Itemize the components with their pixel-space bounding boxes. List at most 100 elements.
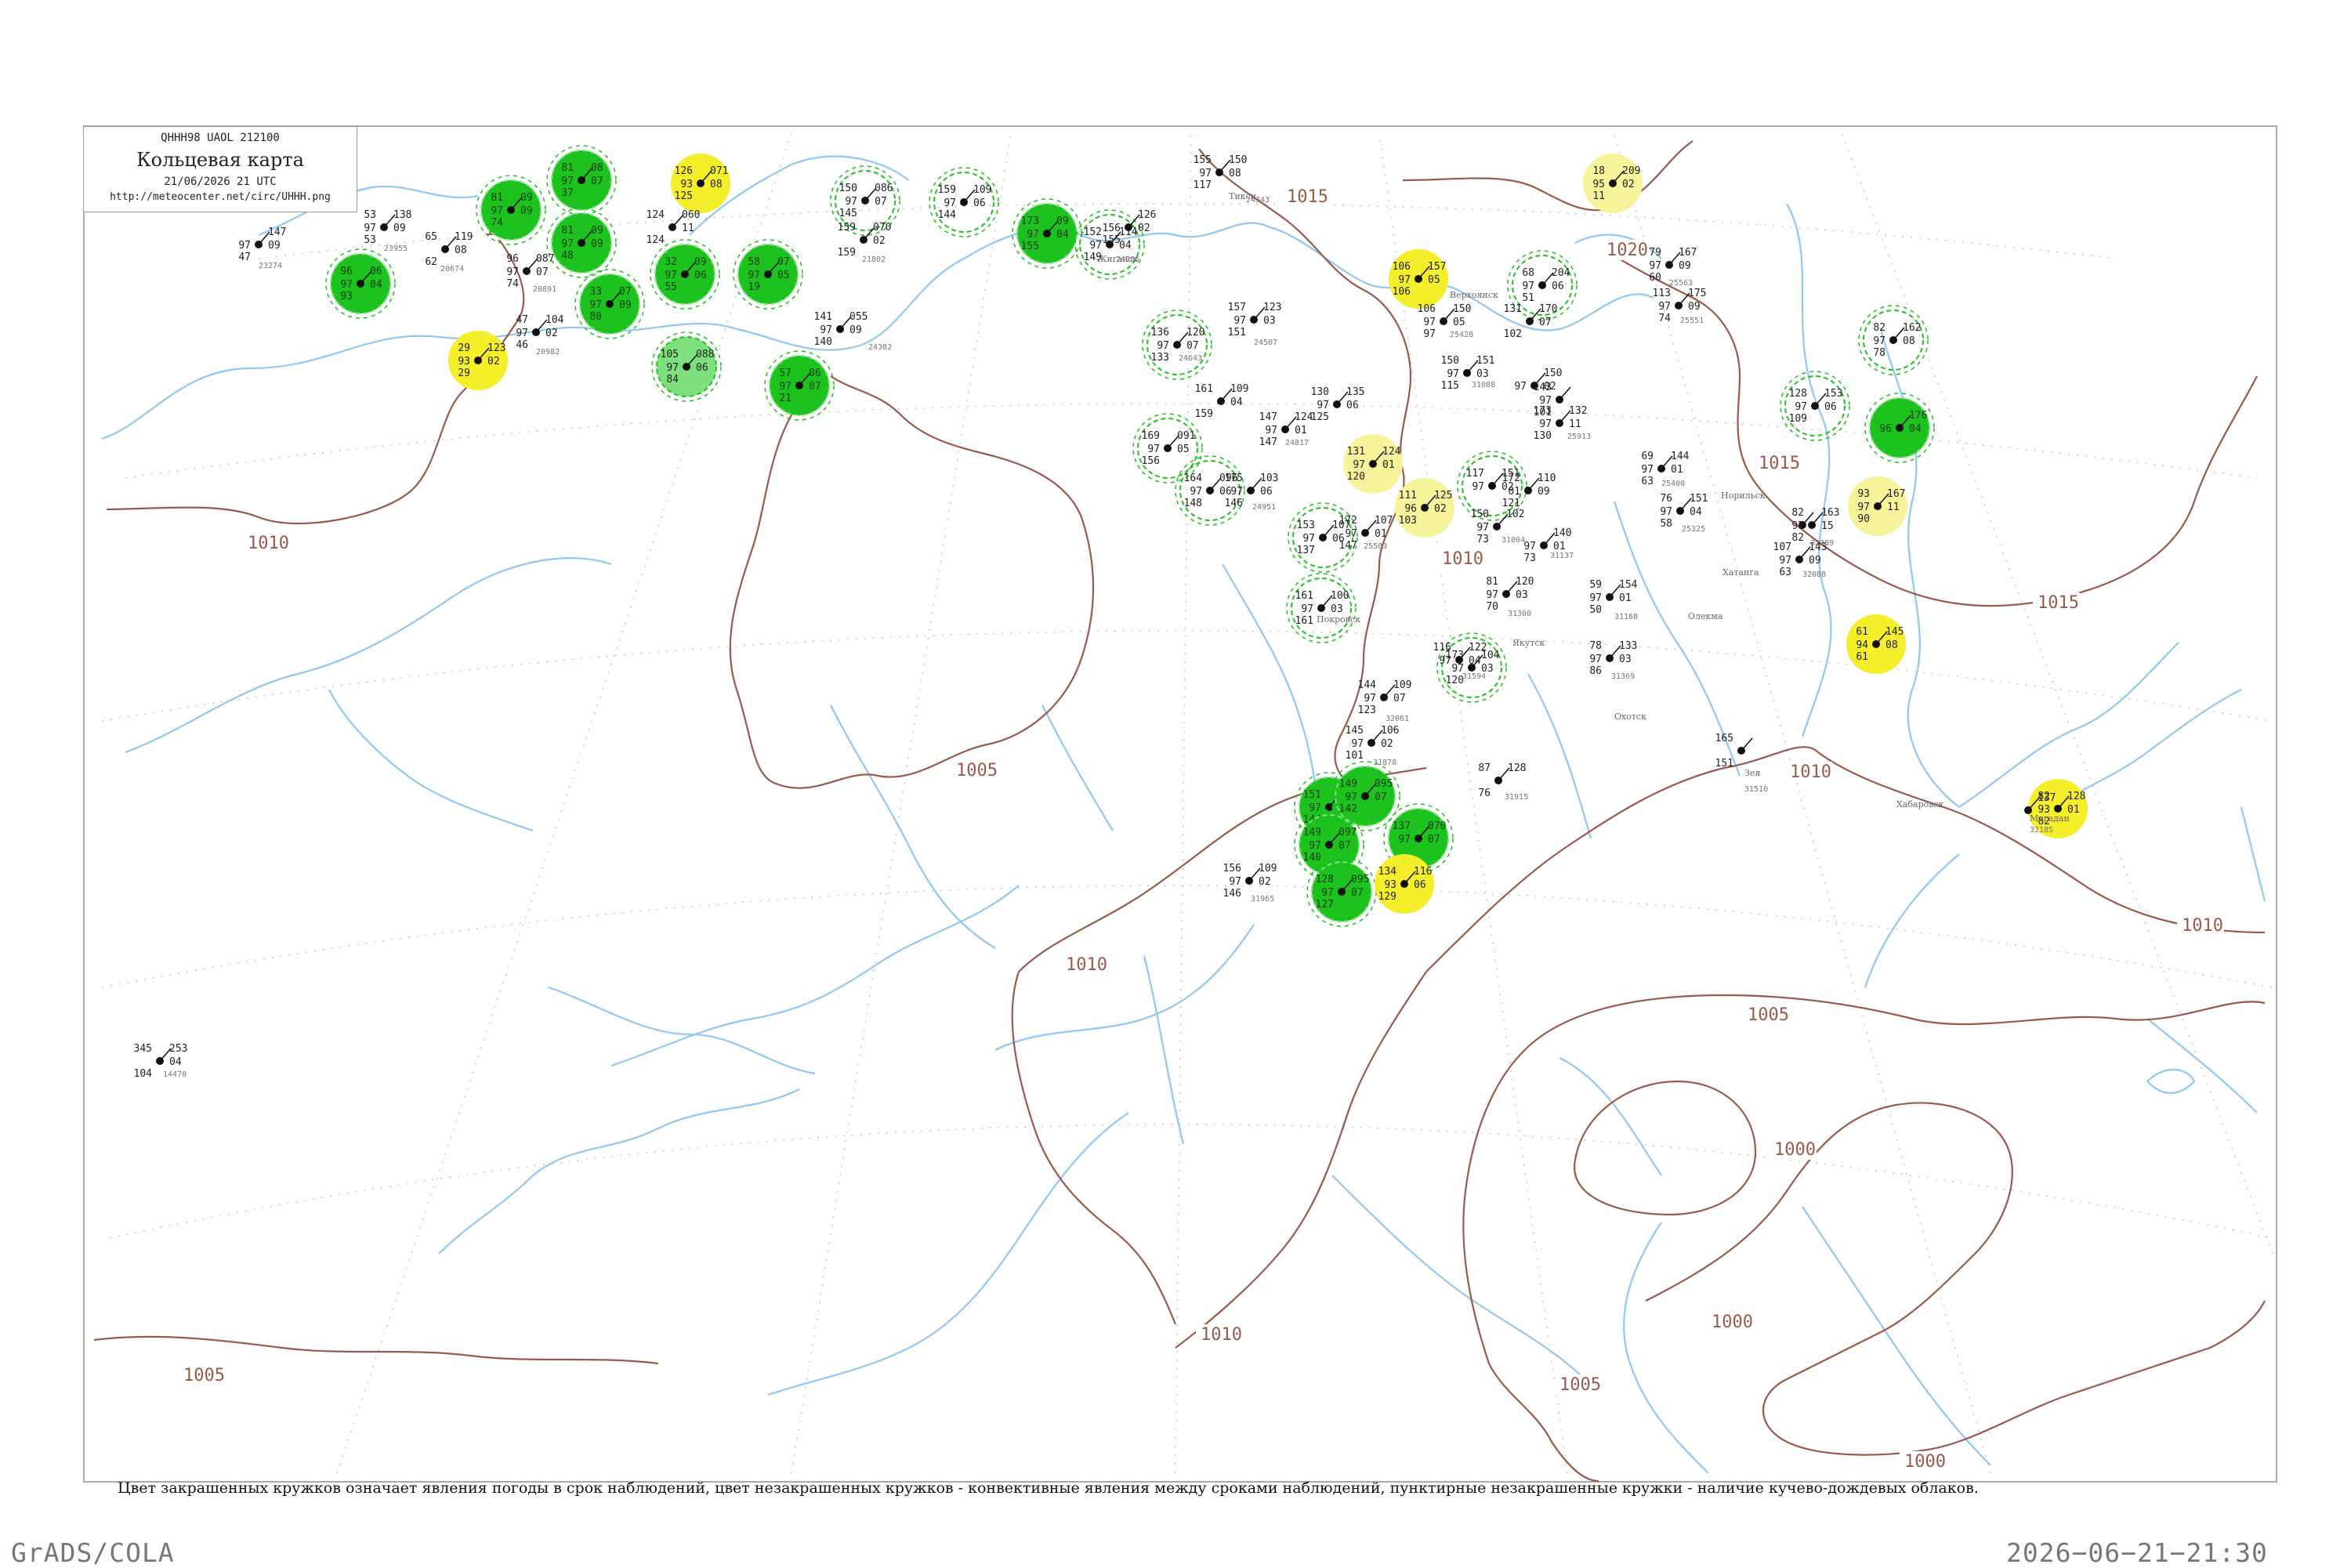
stn-26[interactable]: 81 120 9770 03 (1486, 576, 1534, 613)
stn-33[interactable]: 156 109 97146 02 (1223, 863, 1277, 900)
visibility-value: 97 (820, 324, 832, 336)
visibility-value: 97 (845, 196, 857, 208)
tendency-value: 11 (1887, 502, 1900, 513)
ring-11[interactable]: 159 109 97144 06 (929, 167, 999, 237)
ring-2[interactable]: 81 09 9774 09 (476, 175, 546, 245)
pressure-value: 109 (1230, 383, 1248, 395)
stn-9[interactable]: 155 150 97117 08 (1194, 154, 1248, 191)
temperature-value: 105 (661, 349, 679, 360)
place-name: Хабаровск (1896, 799, 1944, 809)
ring-12[interactable]: 173 09 97155 04 (1012, 198, 1082, 269)
stn-31[interactable]: 145 106 97101 02 (1346, 725, 1400, 762)
temperature-value: 175 (1225, 473, 1243, 484)
visibility-value: 97 (1027, 229, 1039, 241)
visibility-value: 156 (1103, 223, 1121, 234)
dewpoint-value: 146 (1223, 888, 1241, 900)
dewpoint-value: 73 (1523, 552, 1536, 564)
stn-7[interactable]: 141 055 97140 09 (814, 311, 868, 348)
stn-11[interactable]: 157 123 97151 03 (1228, 302, 1282, 339)
ring-14[interactable]: 136 120 97133 07 (1142, 310, 1212, 380)
stn-6[interactable]: 124 060 124 11 (647, 209, 701, 246)
tendency-value: 01 (1375, 528, 1387, 540)
visibility-value: 97 (1423, 317, 1436, 328)
visibility-value: 97 (1147, 444, 1160, 455)
ring-8[interactable]: 57 06 9721 07 (764, 350, 835, 421)
tendency-value: 09 (268, 240, 281, 252)
ring-31[interactable]: 93 167 9790 11 (1848, 476, 1907, 536)
pressure-value: 145 (1886, 626, 1904, 638)
stn-40[interactable]: 82 163 9782 15 (1791, 507, 1839, 544)
ring-20[interactable]: 111 125 96103 02 (1395, 478, 1454, 538)
isobar-label: 1005 (1559, 1375, 1601, 1395)
stn-24[interactable]: 172 110 01121 09 (1502, 473, 1556, 509)
temperature-value: 47 (516, 314, 528, 326)
stn-30[interactable]: 144 109 97123 07 (1358, 679, 1412, 716)
ring-39[interactable]: 134 116 93129 06 (1375, 854, 1434, 914)
station-id: 24951 (1252, 503, 1276, 512)
tendency-value: 04 (1690, 506, 1702, 518)
stn-4[interactable]: 96 087 9774 07 (506, 253, 554, 290)
temperature-value: 130 (1311, 386, 1329, 398)
ring-5[interactable]: 33 07 9780 09 (574, 269, 645, 339)
ring-38[interactable]: 128 095 97127 07 (1306, 856, 1377, 927)
ring-3[interactable]: 81 09 9748 09 (546, 208, 617, 278)
stn-8[interactable]: 159 070 159 02 (838, 222, 892, 259)
ring-32[interactable]: 61 145 9461 08 (1846, 614, 1906, 674)
ring-9[interactable]: 105 088 9784 06 (651, 331, 722, 402)
station-id: 31300 (1508, 610, 1531, 618)
pressure-value: 140 (1553, 527, 1571, 539)
stn-27[interactable]: 59 154 9750 01 (1589, 579, 1637, 616)
pressure-value: 209 (1622, 165, 1640, 177)
ring-6[interactable]: 32 09 9755 06 (650, 239, 720, 310)
station-id: 24507 (1254, 339, 1277, 347)
ring-25[interactable]: 126 071 93125 08 (671, 154, 730, 213)
place-name: Охотск (1614, 712, 1646, 722)
stn-28[interactable]: 78 133 9786 03 (1589, 640, 1637, 677)
stn-34[interactable]: 79 167 9760 09 (1649, 247, 1697, 284)
ring-21[interactable]: 106 157 97106 05 (1389, 249, 1448, 309)
visibility-value: 97 (516, 328, 528, 339)
isobar-label: 1015 (2038, 593, 2079, 613)
ring-30[interactable]: 176 96 04 (1864, 393, 1935, 463)
stn-1[interactable]: 147 9747 09 (238, 226, 286, 263)
stn-14[interactable]: 130 135 97125 06 (1311, 386, 1365, 423)
ring-4[interactable]: 96 06 9793 04 (325, 248, 396, 319)
pressure-value: 128 (1508, 762, 1526, 774)
ring-1[interactable]: 81 08 9737 07 (546, 145, 617, 215)
pressure-value: 138 (393, 209, 411, 221)
isobar-label: 1005 (1748, 1005, 1789, 1025)
ring-7[interactable]: 58 07 9719 05 (733, 239, 803, 310)
stn-37[interactable]: 76 151 9758 04 (1660, 493, 1708, 530)
pressure-value: 153 (1824, 388, 1842, 400)
isobar-label: 1010 (1201, 1325, 1242, 1345)
tendency-value: 07 (1351, 887, 1364, 899)
tendency-value: 09 (619, 299, 632, 311)
dewpoint-value: 76 (1478, 788, 1491, 799)
ring-26[interactable]: 29 123932902 (448, 331, 508, 390)
stn-12[interactable]: 161 109 159 04 (1195, 383, 1249, 420)
ring-29[interactable]: 128 153 97109 06 (1780, 371, 1850, 441)
tendency-value: 06 (1346, 400, 1359, 411)
ring-28[interactable]: 82 162 9778 08 (1858, 305, 1929, 375)
tendency-value: 05 (1453, 317, 1465, 328)
ring-19[interactable]: 131 124 97120 01 (1343, 434, 1403, 494)
ring-24[interactable]: 18 209 9511 02 (1583, 154, 1643, 213)
place-name: Олекма (1688, 611, 1723, 621)
stn-3[interactable]: 65 119 62 08 (425, 231, 473, 268)
visibility-value: 97 (1345, 791, 1357, 803)
place-name: Норильск (1721, 491, 1766, 501)
station-id: 32088 (1802, 570, 1826, 579)
stn-5[interactable]: 47 104 9746 02 (516, 314, 563, 351)
dewpoint-value: 101 (1346, 750, 1364, 762)
tendency-value: 08 (455, 244, 467, 256)
station-id: 14470 (163, 1070, 187, 1079)
dewpoint-value: 47 (238, 252, 251, 263)
stn-42[interactable]: 165 151 (1715, 733, 1753, 770)
tendency-value: 06 (973, 197, 986, 209)
stn-2[interactable]: 53 138975309 (364, 209, 411, 246)
station-id: 32061 (1386, 715, 1409, 723)
tendency-value: 02 (487, 356, 500, 368)
dewpoint-value: 37 (561, 187, 574, 199)
temperature-value: 69 (1641, 451, 1654, 462)
visibility-value: 97 (506, 266, 519, 278)
